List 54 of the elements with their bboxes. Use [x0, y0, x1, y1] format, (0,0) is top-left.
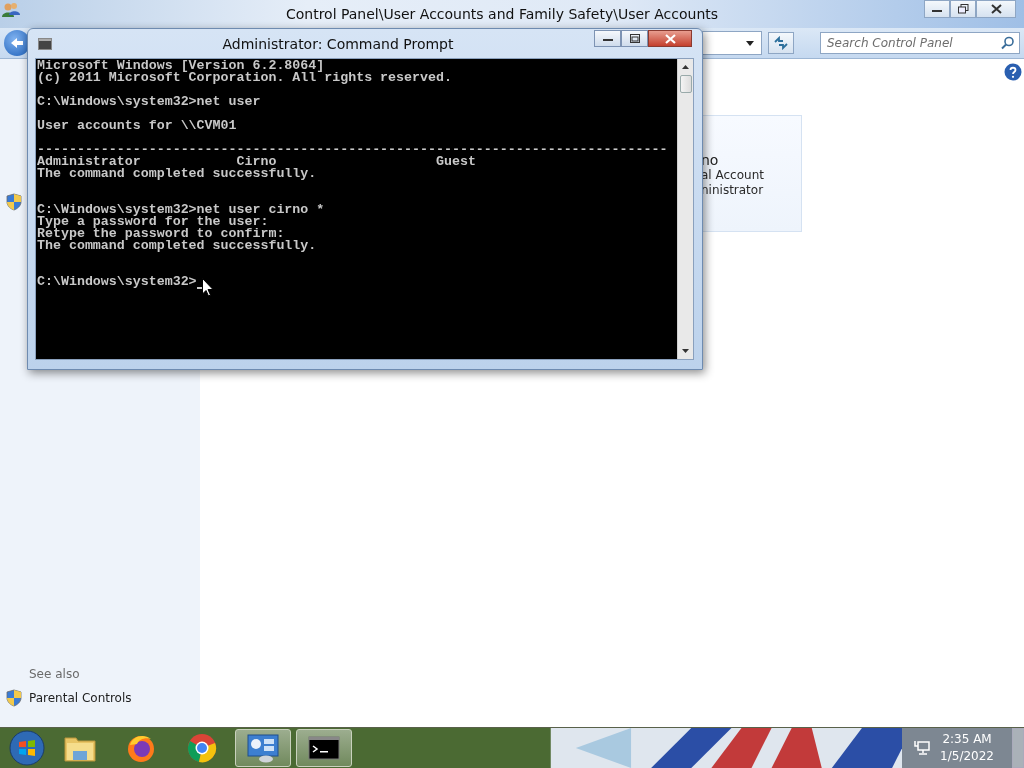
clock-date: 1/5/2022	[940, 748, 994, 765]
console-line: Type a password for the user:	[37, 216, 269, 228]
taskbar-button[interactable]	[296, 729, 352, 767]
close-icon	[990, 4, 1002, 14]
console-line: The command completed successfully.	[37, 168, 317, 183]
console-output[interactable]	[36, 59, 677, 359]
mouse-pointer-icon	[202, 278, 214, 297]
clock-time: 2:35 AM	[942, 731, 992, 748]
see-also-heading: See also	[29, 667, 81, 681]
search-field[interactable]: Search Control Panel	[820, 32, 1020, 54]
close-button[interactable]	[648, 30, 692, 47]
close-button[interactable]	[976, 0, 1016, 18]
shield-icon	[6, 689, 22, 707]
down-arrow-icon	[682, 349, 689, 353]
scrollbar-thumb[interactable]	[679, 75, 692, 93]
maximize-button[interactable]	[621, 30, 648, 47]
account-detail: ninistrator	[701, 183, 765, 198]
up-arrow-icon	[682, 65, 689, 69]
parental-controls-link[interactable]: Parental Controls	[29, 691, 132, 705]
back-arrow-icon	[10, 37, 24, 49]
command-prompt-icon	[38, 37, 52, 50]
start-button[interactable]	[7, 728, 47, 768]
window-title: Administrator: Command Prompt	[221, 35, 455, 52]
firefox-icon	[126, 733, 156, 763]
caret-icon	[746, 40, 754, 46]
minimize-button[interactable]	[924, 0, 950, 18]
console-line: C:\Windows\system32>net user cirno *	[37, 204, 325, 216]
address-field[interactable]	[702, 31, 762, 55]
network-icon[interactable]	[914, 740, 931, 756]
console-line: -------------------------------------------------------------------------------	[37, 144, 668, 156]
search-icon[interactable]	[1001, 36, 1015, 50]
restore-icon	[957, 4, 969, 14]
maximize-icon	[629, 34, 640, 43]
chrome-icon	[187, 733, 217, 763]
restore-button[interactable]	[950, 0, 976, 18]
console-line: User accounts for \\CVM01	[37, 120, 237, 135]
users-icon	[2, 2, 20, 18]
folder-icon	[64, 734, 96, 762]
console-line: Retype the password to confirm:	[37, 228, 285, 240]
console-line: (c) 2011 Microsoft Corporation. All rights reserved.	[37, 72, 452, 87]
window-title: Control Panel\User Accounts and Family Safety\User Accounts	[284, 6, 720, 22]
minimize-button[interactable]	[594, 30, 621, 47]
back-button[interactable]	[4, 30, 30, 56]
refresh-icon	[773, 36, 789, 50]
command-prompt-icon	[308, 736, 340, 760]
console-line: The command completed successfully.	[37, 240, 317, 255]
shield-icon	[6, 193, 22, 211]
console-line: Microsoft Windows [Version 6.2.8064]	[37, 60, 325, 72]
console-line: Administrator Cirno Guest	[37, 156, 476, 168]
close-icon	[664, 33, 676, 44]
help-icon[interactable]	[1004, 63, 1022, 81]
console-line: C:\Windows\system32>net user	[37, 96, 261, 111]
refresh-button[interactable]	[768, 32, 794, 54]
control-panel-icon	[246, 733, 280, 763]
